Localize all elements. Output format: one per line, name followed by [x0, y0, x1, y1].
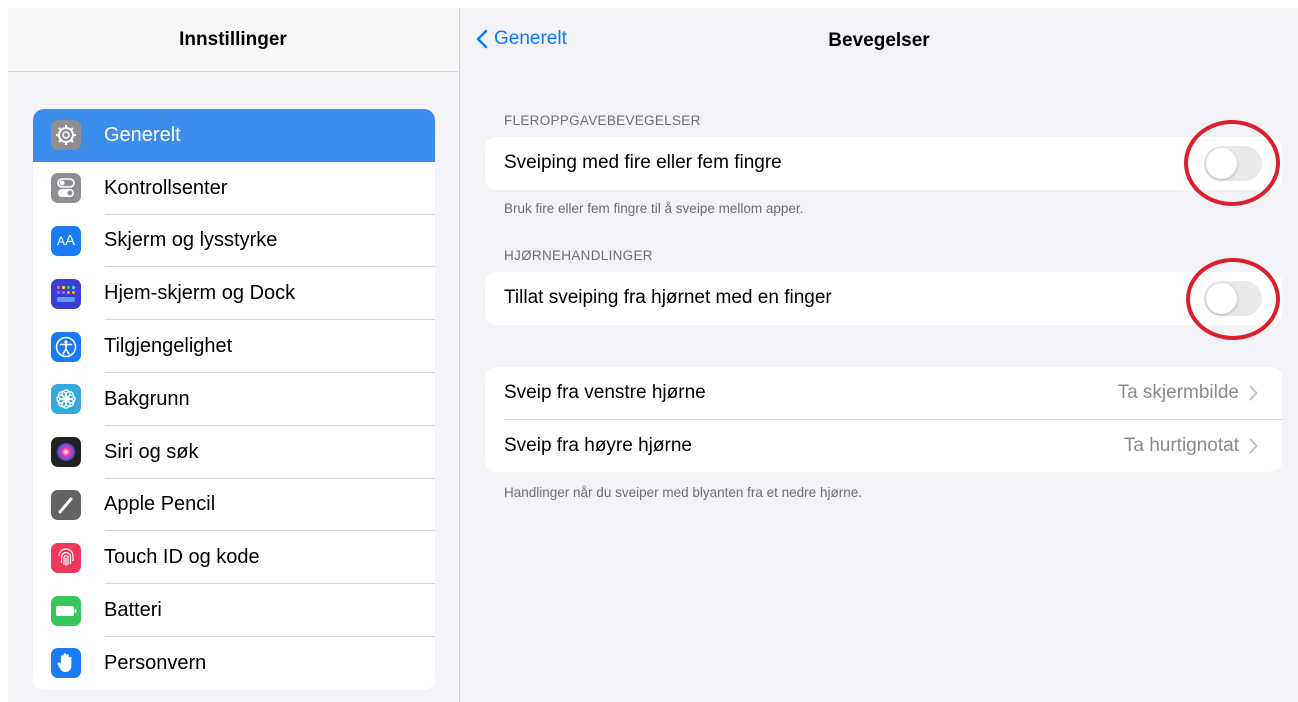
- sidebar-item-tilgjengelighet[interactable]: Tilgjengelighet: [33, 320, 435, 373]
- annotation-circle: [1184, 120, 1280, 206]
- sidebar-item-apple-pencil[interactable]: Apple Pencil: [33, 479, 435, 532]
- chevron-right-icon: [1249, 385, 1258, 401]
- detail-pane: Generelt Bevegelser FLEROPPGAVEBEVEGELSE…: [459, 8, 1298, 702]
- text-size-icon: AA: [51, 225, 81, 256]
- pencil-corner-group: Sveip fra venstre hjørne Ta skjermbilde …: [485, 367, 1282, 472]
- section-header-multitasking: FLEROPPGAVEBEVEGELSER: [504, 113, 701, 128]
- sidebar-item-label: Personvern: [104, 651, 207, 674]
- battery-icon: [51, 595, 81, 626]
- sidebar-item-label: Siri og søk: [104, 440, 199, 463]
- sidebar: Innstillinger Generelt Kontrollsenter AA…: [8, 8, 458, 702]
- sidebar-item-batteri[interactable]: Batteri: [33, 584, 435, 637]
- section-footer-pencil: Handlinger når du sveiper med blyanten f…: [504, 485, 862, 500]
- sidebar-item-label: Touch ID og kode: [104, 546, 260, 569]
- sidebar-item-touch-id[interactable]: Touch ID og kode: [33, 531, 435, 584]
- sidebar-item-label: Batteri: [104, 599, 162, 622]
- sidebar-item-label: Skjerm og lysstyrke: [104, 229, 278, 252]
- accessibility-icon: [51, 331, 81, 362]
- row-label: Tillat sveiping fra hjørnet med en finge…: [504, 287, 832, 309]
- sidebar-title: Innstillinger: [179, 28, 287, 50]
- gear-icon: [51, 120, 81, 151]
- row-label: Sveip fra venstre hjørne: [504, 382, 706, 404]
- pencil-icon: [51, 489, 81, 520]
- corner-swipe-row: Tillat sveiping fra hjørnet med en finge…: [485, 272, 1282, 325]
- toggles-icon: [51, 173, 81, 204]
- fingerprint-icon: [51, 542, 81, 573]
- annotation-circle: [1186, 258, 1280, 340]
- sidebar-item-personvern[interactable]: Personvern: [33, 637, 435, 690]
- sidebar-header: Innstillinger: [8, 8, 458, 72]
- row-label: Sveiping med fire eller fem fingre: [504, 152, 782, 174]
- sidebar-item-siri[interactable]: Siri og søk: [33, 426, 435, 479]
- sidebar-item-label: Generelt: [104, 123, 181, 146]
- section-header-corner-actions: HJØRNEHANDLINGER: [504, 248, 653, 263]
- page-title: Bevegelser: [828, 30, 930, 51]
- sidebar-item-label: Bakgrunn: [104, 387, 190, 410]
- left-corner-row[interactable]: Sveip fra venstre hjørne Ta skjermbilde: [485, 367, 1282, 420]
- sidebar-list: Generelt Kontrollsenter AA Skjerm og lys…: [33, 109, 435, 690]
- corner-actions-group: Tillat sveiping fra hjørnet med en finge…: [485, 272, 1282, 325]
- sidebar-item-kontrollsenter[interactable]: Kontrollsenter: [33, 162, 435, 215]
- row-value: Ta skjermbilde: [1117, 382, 1239, 404]
- sidebar-item-label: Hjem-skjerm og Dock: [104, 282, 296, 305]
- sidebar-item-bakgrunn[interactable]: Bakgrunn: [33, 373, 435, 426]
- sidebar-item-label: Tilgjengelighet: [104, 335, 233, 358]
- sidebar-item-skjerm[interactable]: AA Skjerm og lysstyrke: [33, 215, 435, 268]
- row-label: Sveip fra høyre hjørne: [504, 434, 692, 456]
- navigation-bar: Generelt Bevegelser: [460, 8, 1298, 72]
- home-grid-icon: [51, 278, 81, 309]
- siri-icon: [51, 437, 81, 468]
- sidebar-item-generelt[interactable]: Generelt: [33, 109, 435, 162]
- multitasking-group: Sveiping med fire eller fem fingre: [485, 137, 1282, 190]
- hand-icon: [51, 648, 81, 679]
- right-corner-row[interactable]: Sveip fra høyre hjørne Ta hurtignotat: [485, 420, 1282, 473]
- flower-icon: [51, 384, 81, 415]
- row-value: Ta hurtignotat: [1123, 434, 1239, 456]
- sidebar-item-hjem-skjerm[interactable]: Hjem-skjerm og Dock: [33, 267, 435, 320]
- four-five-finger-swipe-row: Sveiping med fire eller fem fingre: [485, 137, 1282, 190]
- section-footer-multitasking: Bruk fire eller fem fingre til å sveipe …: [504, 201, 804, 216]
- chevron-right-icon: [1249, 438, 1258, 454]
- sidebar-item-label: Apple Pencil: [104, 493, 216, 516]
- sidebar-item-label: Kontrollsenter: [104, 176, 228, 199]
